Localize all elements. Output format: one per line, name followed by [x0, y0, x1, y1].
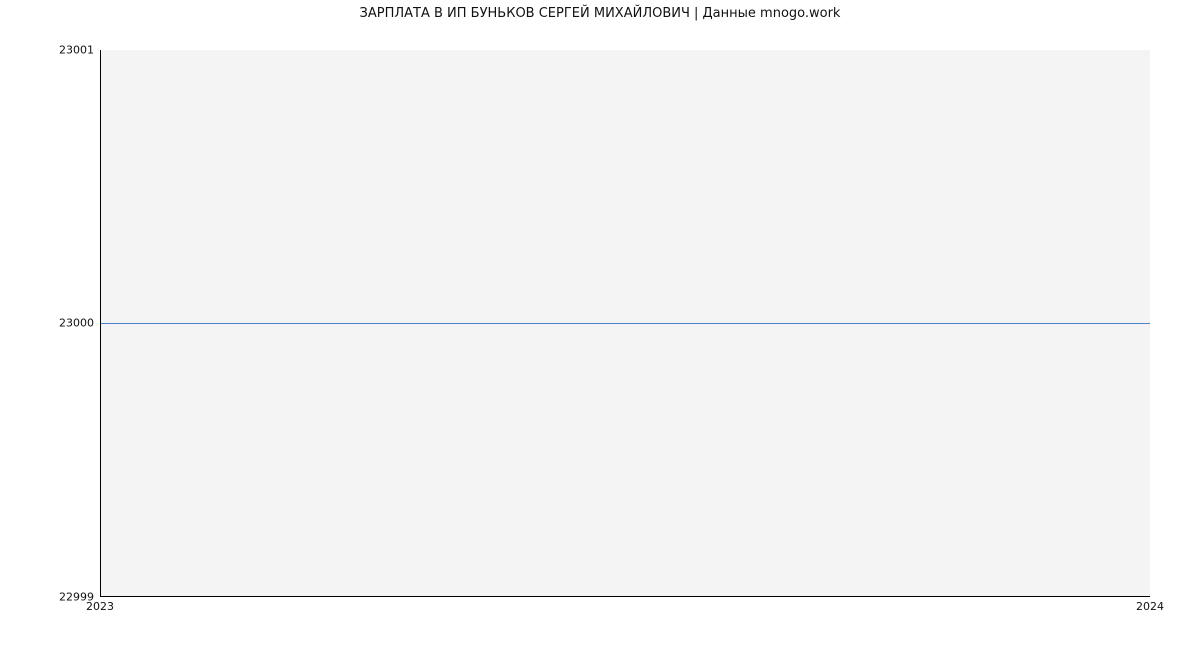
chart-title: ЗАРПЛАТА В ИП БУНЬКОВ СЕРГЕЙ МИХАЙЛОВИЧ … — [0, 6, 1200, 21]
plot-area — [100, 50, 1150, 597]
y-tick-23000: 23000 — [34, 317, 94, 330]
x-tick-2024: 2024 — [1136, 600, 1164, 613]
salary-series-line — [101, 323, 1150, 324]
salary-chart: ЗАРПЛАТА В ИП БУНЬКОВ СЕРГЕЙ МИХАЙЛОВИЧ … — [0, 0, 1200, 650]
x-tick-2023: 2023 — [86, 600, 114, 613]
y-tick-22999: 22999 — [34, 591, 94, 604]
y-tick-23001: 23001 — [34, 44, 94, 57]
